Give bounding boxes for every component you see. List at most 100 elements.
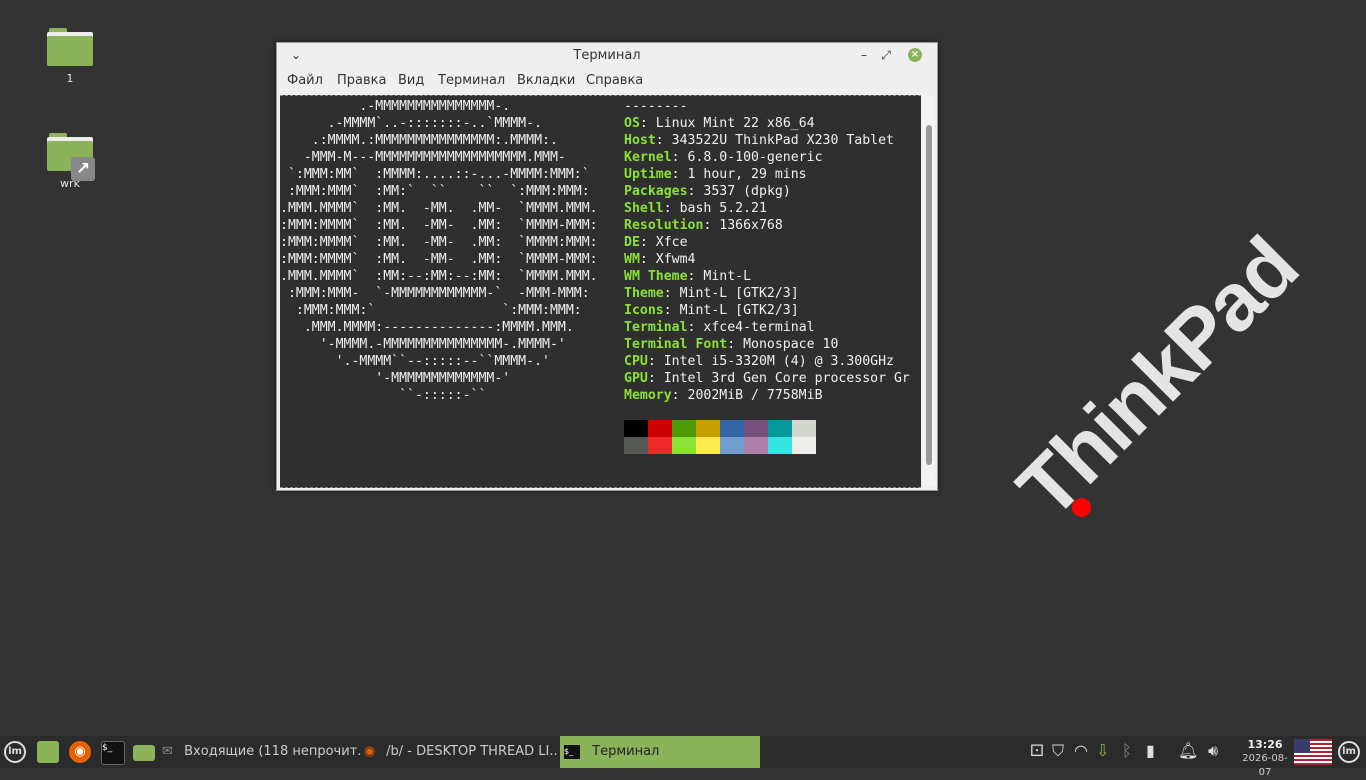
ascii-line: '-MMMM.-MMMMMMMMMMMMMMM-.MMMM-' (280, 337, 566, 352)
shield-icon[interactable]: ⛉ (1052, 741, 1064, 761)
task-browser-label: /b/ - DESKTOP THREAD LI... (386, 744, 558, 759)
clock-time: 13:26 (1247, 738, 1283, 751)
info-key: Theme (624, 286, 664, 301)
window-title: Терминал (573, 48, 641, 63)
info-row: Packages: 3537 (dpkg) (624, 184, 791, 199)
terminal-window[interactable]: ⌄ Терминал – ⤢ × Файл Правка Вид Термина… (276, 42, 938, 491)
notifications-bell-icon[interactable]: 🔔︎ (1178, 741, 1198, 760)
ascii-line: ``-:::::-`` (280, 388, 487, 403)
ascii-line: '.-MMMM``--:::::--``MMMM-.' (280, 354, 550, 369)
folder-link-icon: ↗ (47, 133, 95, 181)
wifi-icon[interactable]: ◠ (1074, 741, 1088, 760)
terminal-task-icon: $_ (564, 744, 580, 759)
info-value: Xfwm4 (655, 252, 696, 267)
minimize-icon[interactable]: – (855, 46, 873, 64)
info-value: 1366x768 (719, 218, 783, 233)
info-key: OS (624, 116, 640, 131)
palette-swatch (768, 420, 792, 437)
info-value: Mint-L [GTK2/3] (679, 303, 799, 318)
info-key: Terminal Font (624, 337, 728, 352)
menu-help[interactable]: Справка (586, 73, 643, 88)
close-icon[interactable]: × (908, 48, 922, 62)
color-palette (624, 420, 816, 454)
taskbar: lm ◉ $_ ✉ Входящие (118 непрочит... ◉ /b… (0, 736, 1366, 778)
task-browser[interactable]: ◉ /b/ - DESKTOP THREAD LI... (362, 736, 558, 768)
task-mail[interactable]: ✉ Входящие (118 непрочит... (160, 736, 360, 768)
info-row: Resolution: 1366x768 (624, 218, 783, 233)
desktop-icon-folder-1[interactable]: 1 (40, 28, 100, 85)
mint-menu-icon[interactable]: lm (4, 741, 26, 763)
scrollbar-thumb[interactable] (926, 125, 932, 465)
info-value: Monospace 10 (743, 337, 839, 352)
menu-view[interactable]: Вид (398, 73, 424, 88)
info-key: Icons (624, 303, 664, 318)
palette-swatch (624, 437, 648, 454)
terminal-output[interactable]: .-MMMMMMMMMMMMMMM-. .-MMMM`..-:::::::-..… (280, 95, 921, 488)
thinkpad-logo-dot (1072, 498, 1091, 517)
show-desktop-icon[interactable] (37, 741, 59, 763)
palette-swatch (648, 420, 672, 437)
menu-edit[interactable]: Правка (337, 73, 386, 88)
firefox-icon[interactable]: ◉ (69, 741, 91, 763)
palette-swatch (744, 420, 768, 437)
info-value: 343522U ThinkPad X230 Tablet (671, 133, 894, 148)
info-value: 2002MiB / 7758MiB (687, 388, 823, 403)
info-value: Mint-L [GTK2/3] (679, 286, 799, 301)
clock-date: 2026-08-07 (1242, 753, 1288, 778)
info-row: GPU: Intel 3rd Gen Core processor Gr (624, 371, 910, 386)
palette-swatch (648, 437, 672, 454)
bluetooth-icon[interactable]: ᛒ (1122, 741, 1132, 760)
task-terminal[interactable]: $_ Терминал (560, 736, 760, 768)
ascii-line: `:MMM:MM` :MMMM:....::-...-MMMM:MMM:` (280, 167, 590, 182)
palette-swatch (768, 437, 792, 454)
window-titlebar[interactable]: ⌄ Терминал – ⤢ × (277, 43, 937, 69)
mint-logo-icon[interactable]: lm (1338, 741, 1360, 763)
battery-icon[interactable]: ▮ (1146, 741, 1155, 760)
task-mail-label: Входящие (118 непрочит... (184, 744, 360, 759)
info-row: WM Theme: Mint-L (624, 269, 752, 284)
info-key: GPU (624, 371, 648, 386)
maximize-icon[interactable]: ⤢ (877, 46, 895, 64)
info-key: Packages (624, 184, 688, 199)
ascii-line: :MMM:MMMM` :MM. -MM- .MM: `MMMM-MMM: (280, 218, 598, 233)
palette-swatch (720, 437, 744, 454)
info-row: Uptime: 1 hour, 29 mins (624, 167, 807, 182)
info-key: WM (624, 252, 640, 267)
info-key: Host (624, 133, 656, 148)
menu-file[interactable]: Файл (287, 73, 323, 88)
palette-swatch (696, 437, 720, 454)
ascii-line: .-MMMM`..-:::::::-..`MMMM-. (280, 116, 543, 131)
download-icon[interactable]: ⇩ (1096, 741, 1109, 760)
info-separator: -------- (624, 99, 688, 114)
info-row: Shell: bash 5.2.21 (624, 201, 767, 216)
clock[interactable]: 13:26 2026-08-07 (1238, 738, 1292, 780)
ascii-line: -MMM-M---MMMMMMMMMMMMMMMMMMM.MMM- (280, 150, 566, 165)
info-key: Uptime (624, 167, 672, 182)
ascii-line: .MMM.MMMM` :MM. -MM. .MM- `MMMM.MMM. (280, 201, 598, 216)
palette-swatch (792, 420, 816, 437)
menu-terminal[interactable]: Терминал (438, 73, 505, 88)
info-row: CPU: Intel i5-3320M (4) @ 3.300GHz (624, 354, 894, 369)
file-manager-icon[interactable] (133, 745, 155, 761)
palette-swatch (696, 420, 720, 437)
terminal-scrollbar[interactable] (923, 95, 935, 486)
info-key: DE (624, 235, 640, 250)
keyboard-layout-us-flag-icon[interactable] (1294, 739, 1332, 765)
terminal-launcher-icon[interactable]: $_ (101, 741, 125, 765)
info-row: WM: Xfwm4 (624, 252, 696, 267)
info-key: CPU (624, 354, 648, 369)
info-row: DE: Xfce (624, 235, 688, 250)
info-row: Kernel: 6.8.0-100-generic (624, 150, 823, 165)
menu-tabs[interactable]: Вкладки (517, 73, 575, 88)
update-manager-icon[interactable]: ⚀ (1030, 741, 1044, 760)
desktop-icon-label: 1 (66, 72, 74, 85)
ascii-line: :MMM:MMM- `-MMMMMMMMMMMM-` -MMM-MMM: (280, 286, 590, 301)
ascii-line: .-MMMMMMMMMMMMMMM-. (280, 99, 511, 114)
palette-swatch (720, 420, 744, 437)
system-info: -------- OS: Linux Mint 22 x86_64 Host: … (624, 98, 910, 404)
desktop-icon-wrk[interactable]: ↗ wrk (40, 133, 100, 190)
ascii-line: .MMM.MMMM` :MM:--:MM:--:MM: `MMMM.MMM. (280, 269, 598, 284)
ascii-line: .MMM.MMMM:--------------:MMMM.MMM. (280, 320, 574, 335)
folder-icon (47, 28, 93, 66)
volume-icon[interactable]: 🔊︎ (1208, 741, 1218, 761)
